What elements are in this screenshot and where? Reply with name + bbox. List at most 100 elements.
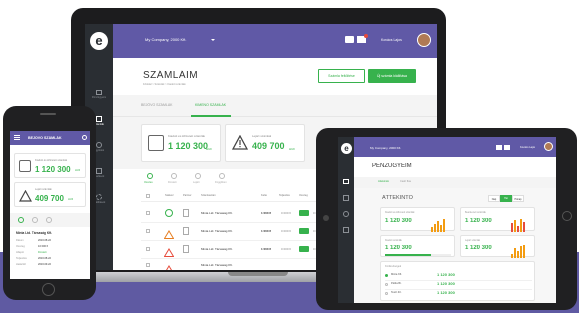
kpi-value: 1 120 300	[465, 245, 492, 251]
partner-name: Minta Ltd. Társaság Kft.	[201, 229, 233, 233]
filter-overdue-icon[interactable]	[195, 173, 201, 179]
card-label: Kiadott és kifizetett számlák	[35, 159, 68, 162]
list-item[interactable]: Teszt Zrt. 1 120 300	[385, 290, 532, 299]
period-month-button[interactable]: Hónap	[512, 195, 524, 202]
column-header[interactable]: Számlaszám	[201, 194, 216, 197]
row-checkbox[interactable]	[146, 211, 150, 215]
avatar[interactable]	[544, 142, 553, 151]
tab-outgoing[interactable]: KIMENŐ SZÁMLÁK	[195, 103, 226, 107]
avatar[interactable]	[417, 33, 431, 47]
top-bar: My Company, 2000 Kft. Kovács Lajos	[113, 24, 437, 58]
period-week-button[interactable]: Hét	[500, 195, 512, 202]
filter-pending-icon[interactable]	[219, 173, 225, 179]
phone-header: BEJÖVŐ SZÁMLÁK	[10, 131, 90, 145]
menu-icon[interactable]	[14, 135, 20, 136]
page-title: SZÁMLÁIM	[143, 70, 199, 81]
app-logo[interactable]: e	[341, 143, 352, 154]
filter-paid-icon[interactable]	[32, 217, 38, 223]
amount-secondary: 0 000 ft	[281, 211, 292, 215]
status-dot	[385, 292, 388, 295]
row-checkbox[interactable]	[146, 263, 150, 267]
filter-all[interactable]: Összes	[144, 181, 153, 184]
filter-overdue-icon[interactable]	[46, 217, 52, 223]
period-day-button[interactable]: Nap	[488, 195, 500, 202]
column-header[interactable]: Kelte	[261, 194, 267, 197]
row-checkbox[interactable]	[146, 247, 150, 251]
card-unit: HUF	[289, 147, 296, 151]
phone-home-button[interactable]	[42, 283, 55, 296]
user-name[interactable]: Kovács Lajos	[520, 146, 535, 149]
filter-paid[interactable]: Fizetett	[168, 181, 177, 184]
tablet-camera	[323, 215, 329, 221]
wallet-icon	[96, 168, 102, 174]
tablet-tab-bar: Áttekintés Cash flow	[354, 177, 556, 188]
new-invoice-button[interactable]: Új számla kiállítása	[368, 69, 416, 83]
kpi-card: Kiadott és kifizetett számlák 1 120 300	[380, 207, 455, 232]
filter-all-icon[interactable]	[18, 217, 24, 223]
laptop-notch	[228, 272, 288, 276]
list-item[interactable]: Minta Kft. 1 120 300	[385, 272, 532, 281]
section-title: ÁTTEKINTŐ	[382, 195, 413, 201]
calculator-icon	[148, 135, 164, 151]
tab-cashflow[interactable]: Cash flow	[400, 180, 411, 183]
folder-icon[interactable]	[345, 36, 354, 43]
warning-icon	[18, 189, 33, 207]
wallet-icon[interactable]	[343, 227, 349, 233]
partner-name[interactable]: Minta Ltd. Társaság Kft.	[16, 231, 52, 235]
card-value: 1 120 300	[168, 141, 209, 151]
field-label: Határidő	[16, 263, 26, 266]
filter-paid-icon[interactable]	[171, 173, 177, 179]
column-header[interactable]: Partner	[183, 194, 192, 197]
gear-icon	[96, 194, 102, 200]
search-icon[interactable]	[82, 135, 87, 140]
kpi-value: 1 120 300	[465, 218, 492, 224]
chart-icon[interactable]	[343, 179, 349, 184]
folder-icon[interactable]	[496, 145, 502, 150]
row-checkbox[interactable]	[146, 229, 150, 233]
filter-overdue[interactable]: Lejárt	[193, 181, 200, 184]
column-header[interactable]: Státusz	[165, 194, 174, 197]
period-toggle: Nap Hét Hónap	[488, 195, 524, 202]
sidebar-label: Pénzügyeim	[91, 96, 107, 99]
document-icon	[96, 116, 102, 122]
kpi-bar-chart	[511, 240, 533, 258]
filter-all-icon[interactable]	[147, 173, 153, 179]
chevron-down-icon[interactable]	[211, 39, 215, 41]
status-badge	[299, 210, 309, 216]
company-selector[interactable]: My Company, 2000 Kft.	[370, 146, 401, 150]
field-label: Dátum	[16, 239, 24, 242]
card-unit: HUF	[206, 147, 213, 151]
filter-pending[interactable]: Függőben	[215, 181, 227, 184]
select-all-checkbox[interactable]	[146, 194, 150, 198]
kpi-card: Lejárt számlák 1 120 300	[460, 235, 535, 258]
kpi-bar-chart	[511, 214, 533, 232]
document-icon[interactable]	[343, 195, 349, 201]
app-logo[interactable]: e	[90, 32, 108, 50]
tab-incoming[interactable]: BEJÖVŐ SZÁMLÁK	[141, 103, 173, 107]
tablet-home-button[interactable]	[562, 211, 572, 221]
upload-invoice-button[interactable]: Számla feltöltése	[318, 69, 365, 83]
status-badge	[299, 246, 309, 252]
field-value: 10 000 ft	[38, 245, 49, 248]
partner-name: Minta Ltd. Társaság Kft.	[201, 211, 233, 215]
receivables-list: Kintlévőségek Minta Kft. 1 120 300 Példa…	[380, 261, 535, 301]
list-item[interactable]: Példa Bt. 1 120 300	[385, 281, 532, 290]
tab-overview[interactable]: Áttekintés	[378, 180, 389, 183]
kpi-label: Lejárt számlák	[465, 239, 481, 242]
amount-secondary: 0 000 ft	[281, 247, 292, 251]
kpi-value: 1 120 300	[385, 245, 412, 251]
status-dot	[385, 283, 388, 286]
notification-badge	[364, 34, 368, 38]
sidebar-item-finances[interactable]: Pénzügyeim	[85, 86, 113, 108]
paid-invoices-card: Kiadott és kifizetett számlák 1 120 300 …	[141, 124, 221, 162]
user-name[interactable]: Kovács Lajos	[381, 38, 402, 42]
partner-name: Minta Ltd. Társaság Kft.	[201, 247, 233, 251]
user-icon[interactable]	[343, 211, 349, 217]
list-label: Példa Bt.	[391, 282, 402, 285]
mail-icon[interactable]	[504, 145, 510, 150]
company-selector[interactable]: My Company, 2000 Kft.	[145, 37, 187, 42]
column-header[interactable]: Teljesítés	[279, 194, 290, 197]
list-label: Teszt Zrt.	[391, 291, 402, 294]
column-header[interactable]: Összeg	[299, 194, 308, 197]
overdue-invoices-card: Lejárt számlák 409 700 HUF	[225, 124, 305, 162]
